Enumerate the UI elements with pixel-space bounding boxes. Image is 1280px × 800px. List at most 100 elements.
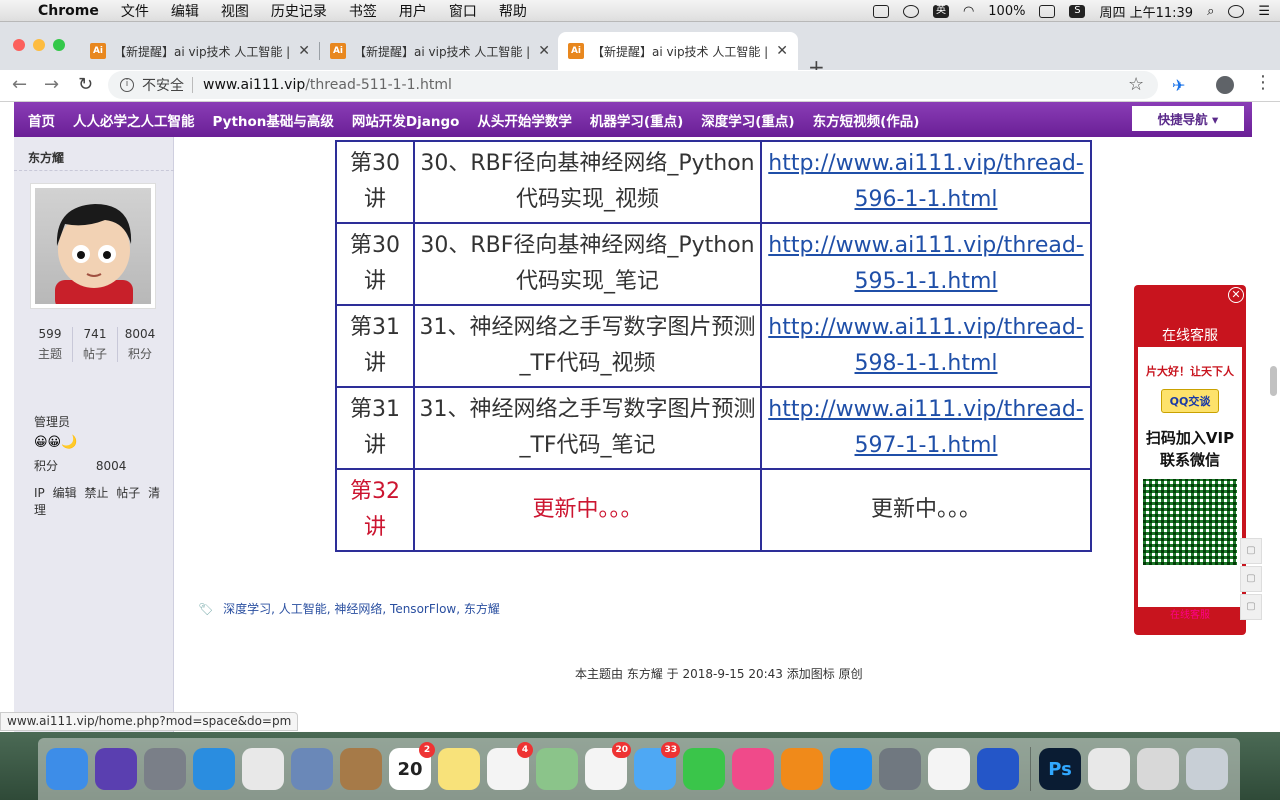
page-scrollbar[interactable] [1270, 366, 1277, 396]
tab-close-icon[interactable]: ✕ [776, 43, 788, 59]
menu-edit[interactable]: 编辑 [171, 1, 199, 21]
extension-bird-icon[interactable]: ✈ [1172, 76, 1185, 95]
ad-close-icon[interactable]: ✕ [1228, 287, 1244, 303]
ad-footer[interactable]: 在线客服 [1134, 606, 1246, 621]
documents-icon[interactable] [1088, 748, 1130, 790]
security-label[interactable]: 不安全 [142, 75, 184, 95]
reload-icon[interactable]: ↻ [78, 74, 93, 95]
customer-service-ad[interactable]: 在线客服 ✕ 片大好！让天下人 QQ交谈 扫码加入VIP 联系微信 在线客服 [1134, 285, 1246, 635]
menu-help[interactable]: 帮助 [499, 1, 527, 21]
reminders-icon[interactable]: 4 [487, 742, 533, 790]
back-arrow-icon[interactable]: ← [12, 74, 27, 95]
tag-link[interactable]: 人工智能 [279, 602, 327, 616]
contacts-icon[interactable] [340, 748, 382, 790]
window-zoom-button[interactable] [53, 39, 65, 51]
avatar[interactable] [30, 183, 156, 309]
battery-percent[interactable]: 100% [988, 4, 1025, 19]
facetime-icon[interactable] [683, 748, 725, 790]
battery-icon[interactable] [1039, 4, 1056, 18]
photoshop-icon[interactable]: Ps [1039, 748, 1081, 790]
itunes-icon[interactable] [732, 748, 774, 790]
screenflow-icon[interactable] [977, 748, 1019, 790]
menu-file[interactable]: 文件 [121, 1, 149, 21]
app-s-icon[interactable]: S [1069, 4, 1086, 18]
nav-ai[interactable]: 人人必学之人工智能 [73, 110, 195, 130]
lesson-link[interactable]: http://www.ai111.vip/thread-597-1-1.html [768, 397, 1084, 458]
calendar-icon[interactable]: 20 2 [389, 742, 435, 790]
nav-python[interactable]: Python基础与高级 [213, 110, 334, 130]
lesson-link[interactable]: http://www.ai111.vip/thread-596-1-1.html [768, 151, 1084, 212]
lesson-link[interactable]: http://www.ai111.vip/thread-595-1-1.html [768, 233, 1084, 294]
nav-django[interactable]: 网站开发Django [352, 110, 460, 130]
qq-chat-button[interactable]: QQ交谈 [1160, 389, 1220, 413]
ibooks-icon[interactable] [781, 748, 823, 790]
address-bar[interactable]: i 不安全 www.ai111.vip /thread-511-1-1.html [108, 71, 1158, 99]
admin-ban-link[interactable]: 禁止 [84, 486, 108, 500]
admin-posts-link[interactable]: 帖子 [116, 486, 140, 500]
spotlight-search-icon[interactable]: ⌕ [1207, 4, 1214, 19]
textedit-icon[interactable] [928, 748, 970, 790]
mail-bird-icon[interactable] [291, 748, 333, 790]
tab-close-icon[interactable]: ✕ [538, 43, 550, 59]
trash-icon[interactable] [1186, 748, 1228, 790]
browser-tab-active[interactable]: Ai 【新提醒】ai vip技术 人工智能 | ✕ [558, 32, 798, 70]
share-icon[interactable]: ▢ [1240, 566, 1262, 592]
author-name[interactable]: 东方耀 [28, 149, 64, 166]
stat-credits[interactable]: 8004 积分 [117, 327, 162, 362]
menu-app-name[interactable]: Chrome [38, 3, 99, 19]
nav-machine-learning[interactable]: 机器学习(重点) [590, 110, 683, 130]
profile-avatar-icon[interactable] [1216, 76, 1234, 94]
menu-history[interactable]: 历史记录 [271, 1, 327, 21]
creative-cloud-icon[interactable] [902, 4, 919, 18]
stat-posts[interactable]: 741 帖子 [72, 327, 117, 362]
nav-deep-learning[interactable]: 深度学习(重点) [701, 110, 794, 130]
nav-home[interactable]: 首页 [28, 110, 55, 130]
notes-icon[interactable] [438, 748, 480, 790]
browser-tab-2[interactable]: Ai 【新提醒】ai vip技术 人工智能 | ✕ [320, 32, 560, 70]
messages-icon[interactable]: 33 [634, 742, 680, 790]
tab-close-icon[interactable]: ✕ [298, 43, 310, 59]
info-icon[interactable]: i [120, 78, 134, 92]
app-store-icon[interactable] [830, 748, 872, 790]
screen-recorder-icon[interactable] [872, 4, 889, 18]
quick-nav-button[interactable]: 快捷导航 ▾ [1132, 106, 1244, 131]
reply-icon[interactable]: ▢ [1240, 538, 1262, 564]
tag-link[interactable]: 东方耀 [464, 602, 500, 616]
nav-math[interactable]: 从头开始学数学 [477, 110, 572, 130]
wifi-icon[interactable]: ◠ [963, 4, 974, 19]
chrome-menu-icon[interactable]: ⋮ [1254, 72, 1272, 93]
system-preferences-icon[interactable] [879, 748, 921, 790]
finder-icon[interactable] [46, 748, 88, 790]
menu-bookmarks[interactable]: 书签 [349, 1, 377, 21]
menu-people[interactable]: 用户 [399, 1, 427, 21]
safari-icon[interactable] [193, 748, 235, 790]
admin-ip-link[interactable]: IP [34, 486, 45, 500]
input-method-icon[interactable]: 英 [932, 4, 949, 18]
chrome-icon[interactable] [242, 748, 284, 790]
photos-icon[interactable]: 20 [585, 742, 631, 790]
forward-arrow-icon[interactable]: → [44, 74, 59, 95]
clock[interactable]: 周四 上午11:39 [1099, 2, 1193, 21]
notification-center-icon[interactable]: ☰ [1258, 4, 1270, 19]
menu-view[interactable]: 视图 [221, 1, 249, 21]
tag-link[interactable]: 神经网络 [334, 602, 382, 616]
siri-icon[interactable] [1228, 4, 1245, 18]
launchpad-icon[interactable] [144, 748, 186, 790]
preview-ps-icon[interactable] [1137, 748, 1179, 790]
browser-tab-1[interactable]: Ai 【新提醒】ai vip技术 人工智能 | ✕ [80, 32, 320, 70]
window-minimize-button[interactable] [33, 39, 45, 51]
admin-edit-link[interactable]: 编辑 [53, 486, 77, 500]
user-group[interactable]: 管理员 [34, 413, 70, 430]
credits-label: 积分 [34, 459, 59, 473]
stat-threads[interactable]: 599 主题 [28, 327, 72, 362]
nav-short-video[interactable]: 东方短视频(作品) [813, 110, 920, 130]
tag-link[interactable]: TensorFlow [390, 602, 456, 616]
bookmark-star-icon[interactable]: ☆ [1128, 74, 1144, 95]
menu-window[interactable]: 窗口 [449, 1, 477, 21]
lesson-link[interactable]: http://www.ai111.vip/thread-598-1-1.html [768, 315, 1084, 376]
tag-link[interactable]: 深度学习 [223, 602, 271, 616]
siri-icon[interactable] [95, 748, 137, 790]
maps-icon[interactable] [536, 748, 578, 790]
back-to-top-icon[interactable]: ▢ [1240, 594, 1262, 620]
window-close-button[interactable] [13, 39, 25, 51]
